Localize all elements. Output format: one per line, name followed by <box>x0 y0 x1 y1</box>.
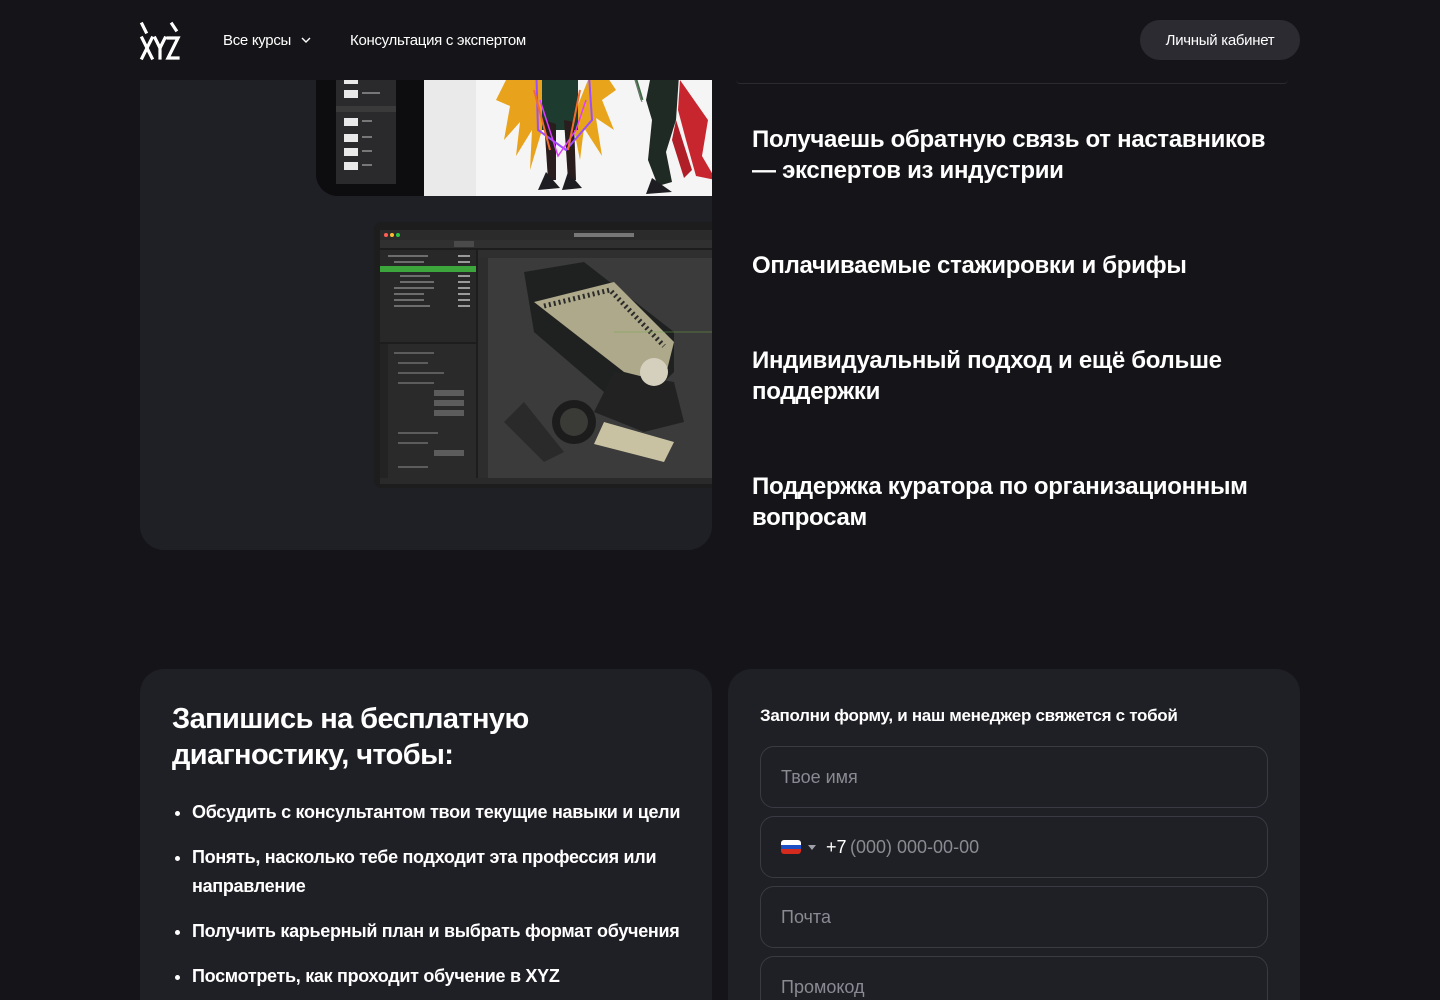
nav-all-courses-label: Все курсы <box>223 32 292 49</box>
course-preview-card <box>140 0 712 550</box>
site-header: Все курсы Консультация с экспертом Личны… <box>0 0 1440 80</box>
email-field-wrapper <box>760 886 1268 948</box>
promo-code-field[interactable] <box>761 957 1267 1000</box>
name-field-wrapper <box>760 746 1268 808</box>
list-item: Получить карьерный план и выбрать формат… <box>172 917 692 946</box>
chevron-down-icon <box>301 37 311 43</box>
diagnostic-card: Запишись на бесплатную диагностику, чтоб… <box>140 669 712 1000</box>
email-field[interactable] <box>761 887 1267 947</box>
name-field[interactable] <box>761 747 1267 807</box>
character-artwork-screenshot <box>316 60 712 196</box>
feature-feedback: Получаешь обратную связь от наставников … <box>752 126 1266 184</box>
feature-curator-support: Поддержка куратора по организационным во… <box>752 473 1248 531</box>
russia-flag-icon[interactable] <box>781 840 801 854</box>
section-divider <box>736 80 1288 84</box>
promo-field-wrapper <box>760 956 1268 1000</box>
diagnostic-title: Запишись на бесплатную диагностику, чтоб… <box>172 703 529 771</box>
xyz-logo[interactable] <box>139 18 181 62</box>
personal-account-button[interactable]: Личный кабинет <box>1140 20 1300 60</box>
nav-expert-consultation[interactable]: Консультация с экспертом <box>350 31 526 51</box>
diagnostic-list: Обсудить с консультантом твои текущие на… <box>172 798 692 1000</box>
feature-internships: Оплачиваемые стажировки и брифы <box>752 252 1187 279</box>
list-item: Посмотреть, как проходит обучение в XYZ <box>172 962 692 991</box>
phone-country-code: +7 <box>826 837 847 857</box>
character-illustration <box>496 60 712 194</box>
country-dropdown-caret-icon[interactable] <box>808 845 816 850</box>
form-caption: Заполни форму, и наш менеджер свяжется с… <box>760 706 1178 725</box>
feature-individual-approach: Индивидуальный подход и ещё больше подде… <box>752 347 1222 405</box>
phone-field-wrapper: +7 <box>760 816 1268 878</box>
list-item: Обсудить с консультантом твои текущие на… <box>172 798 692 827</box>
list-item: Понять, насколько тебе подходит эта проф… <box>172 843 692 901</box>
blender-screenshot <box>374 222 712 488</box>
signup-form-card: Заполни форму, и наш менеджер свяжется с… <box>728 669 1300 1000</box>
nav-all-courses[interactable]: Все курсы <box>223 31 312 51</box>
